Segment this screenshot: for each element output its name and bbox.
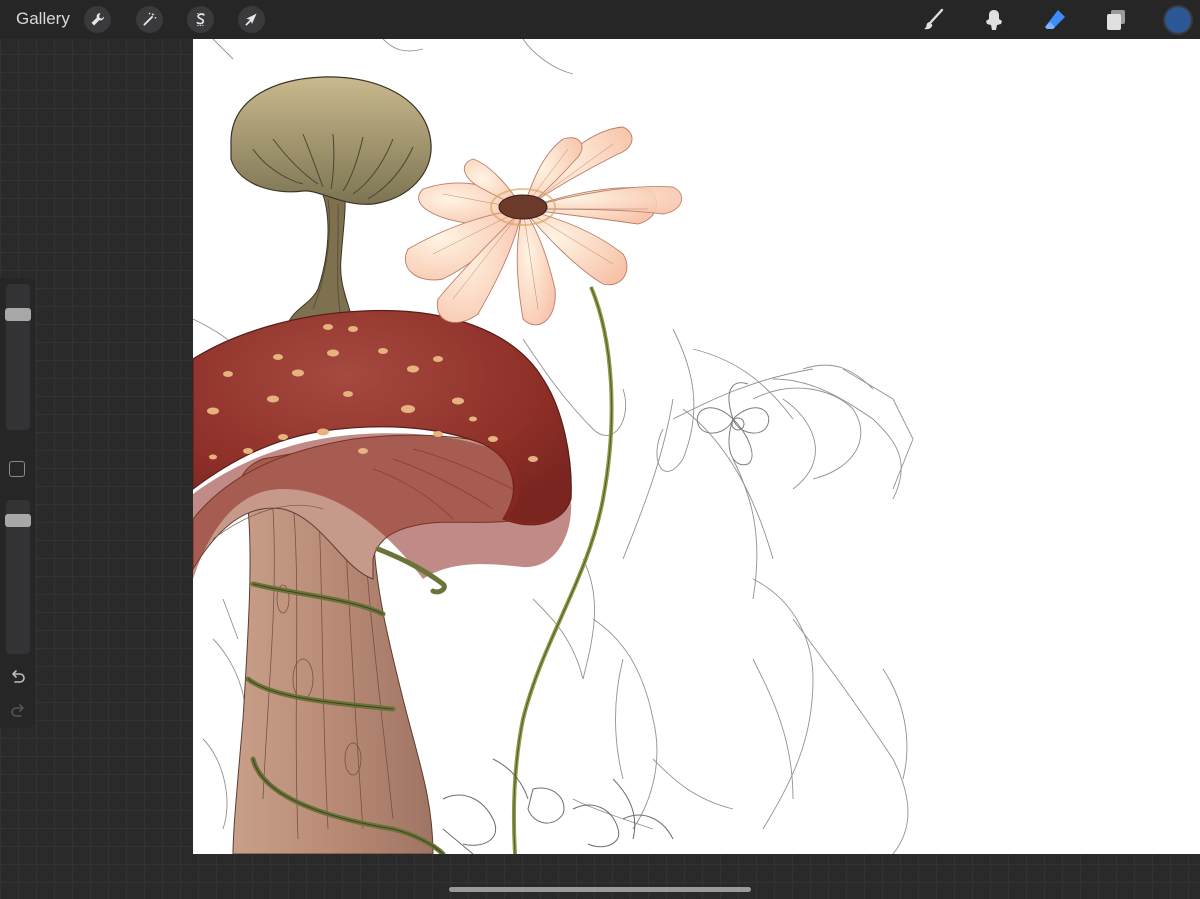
brush-size-handle[interactable] (5, 307, 31, 321)
color-picker-button[interactable] (1165, 7, 1191, 33)
brush-icon (924, 8, 944, 30)
transform-button[interactable] (238, 6, 265, 33)
home-indicator[interactable] (449, 887, 751, 892)
smudge-tool-button[interactable] (979, 5, 1009, 35)
arrow-cursor-icon (245, 13, 257, 26)
smudge-icon (986, 10, 1002, 30)
modifier-square-icon[interactable] (9, 461, 25, 477)
selection-button[interactable] (187, 6, 214, 33)
opacity-handle[interactable] (5, 514, 31, 528)
redo-icon[interactable] (9, 702, 27, 720)
top-toolbar: Gallery (0, 0, 1200, 39)
wrench-icon (91, 13, 104, 26)
undo-icon[interactable] (9, 668, 27, 686)
eraser-icon (1045, 10, 1065, 29)
brush-tool-button[interactable] (918, 5, 948, 35)
drawing-canvas[interactable] (193, 39, 1200, 854)
gallery-button[interactable]: Gallery (16, 9, 70, 29)
actions-button[interactable] (84, 6, 111, 33)
side-toolbar (0, 278, 35, 728)
eraser-tool-button[interactable] (1040, 5, 1070, 35)
brush-size-slider[interactable] (6, 284, 30, 430)
layers-icon (1107, 10, 1125, 30)
adjustments-button[interactable] (136, 6, 163, 33)
artwork-illustration (193, 39, 914, 854)
layers-button[interactable] (1101, 5, 1131, 35)
selection-s-icon (196, 13, 205, 26)
magic-wand-icon (143, 12, 157, 26)
